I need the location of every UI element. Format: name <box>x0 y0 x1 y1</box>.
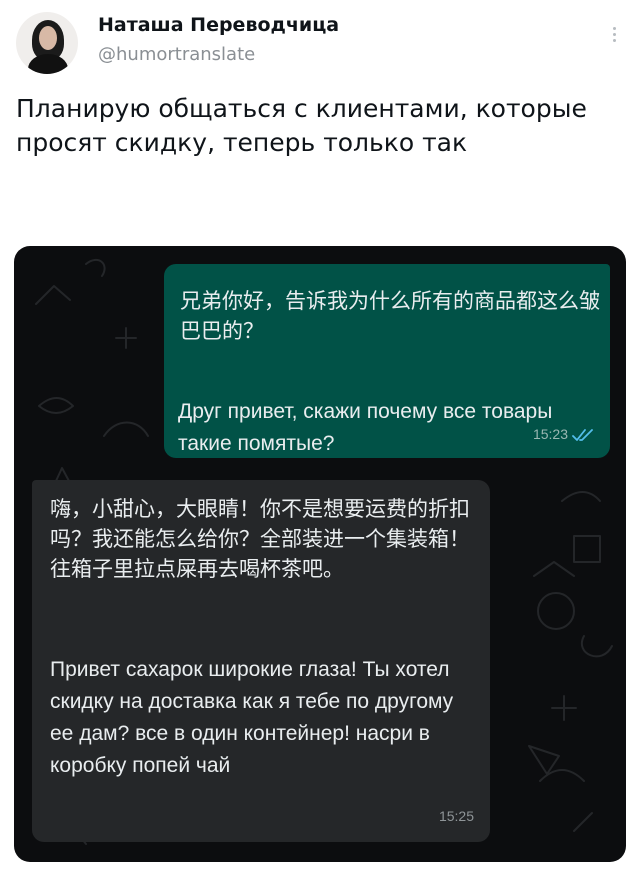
incoming-timestamp: 15:25 <box>438 808 474 824</box>
avatar-body <box>28 54 68 74</box>
incoming-message-bubble[interactable]: 嗨，小甜心，大眼睛！你不是想要运费的折扣吗？我还能怎么给你？全部装进一个集装箱！… <box>32 480 490 842</box>
tweet-header: Наташа Переводчица @humortranslate <box>16 8 624 78</box>
avatar[interactable] <box>16 12 78 74</box>
incoming-chinese-text: 嗨，小甜心，大眼睛！你不是想要运费的折扣吗？我还能怎么给你？全部装进一个集装箱！… <box>50 497 470 581</box>
double-check-read-icon <box>572 429 593 441</box>
outgoing-chinese-text: 兄弟你好，告诉我为什么所有的商品都这么皱巴巴的？ <box>180 289 600 343</box>
more-options-icon[interactable] <box>608 24 620 54</box>
display-name[interactable]: Наташа Переводчица <box>98 14 339 36</box>
incoming-russian-text: Привет сахарок широкие глаза! Ты хотел с… <box>50 658 454 777</box>
tweet-text: Планирую общаться с клиентами, которые п… <box>16 94 587 157</box>
avatar-face <box>39 26 57 50</box>
user-handle[interactable]: @humortranslate <box>98 44 255 65</box>
chat-screenshot[interactable]: 兄弟你好，告诉我为什么所有的商品都这么皱巴巴的？ Друг привет, ск… <box>14 246 626 862</box>
outgoing-timestamp: 15:23 <box>532 426 568 442</box>
outgoing-message-bubble[interactable]: 兄弟你好，告诉我为什么所有的商品都这么皱巴巴的？ Друг привет, ск… <box>164 264 610 458</box>
